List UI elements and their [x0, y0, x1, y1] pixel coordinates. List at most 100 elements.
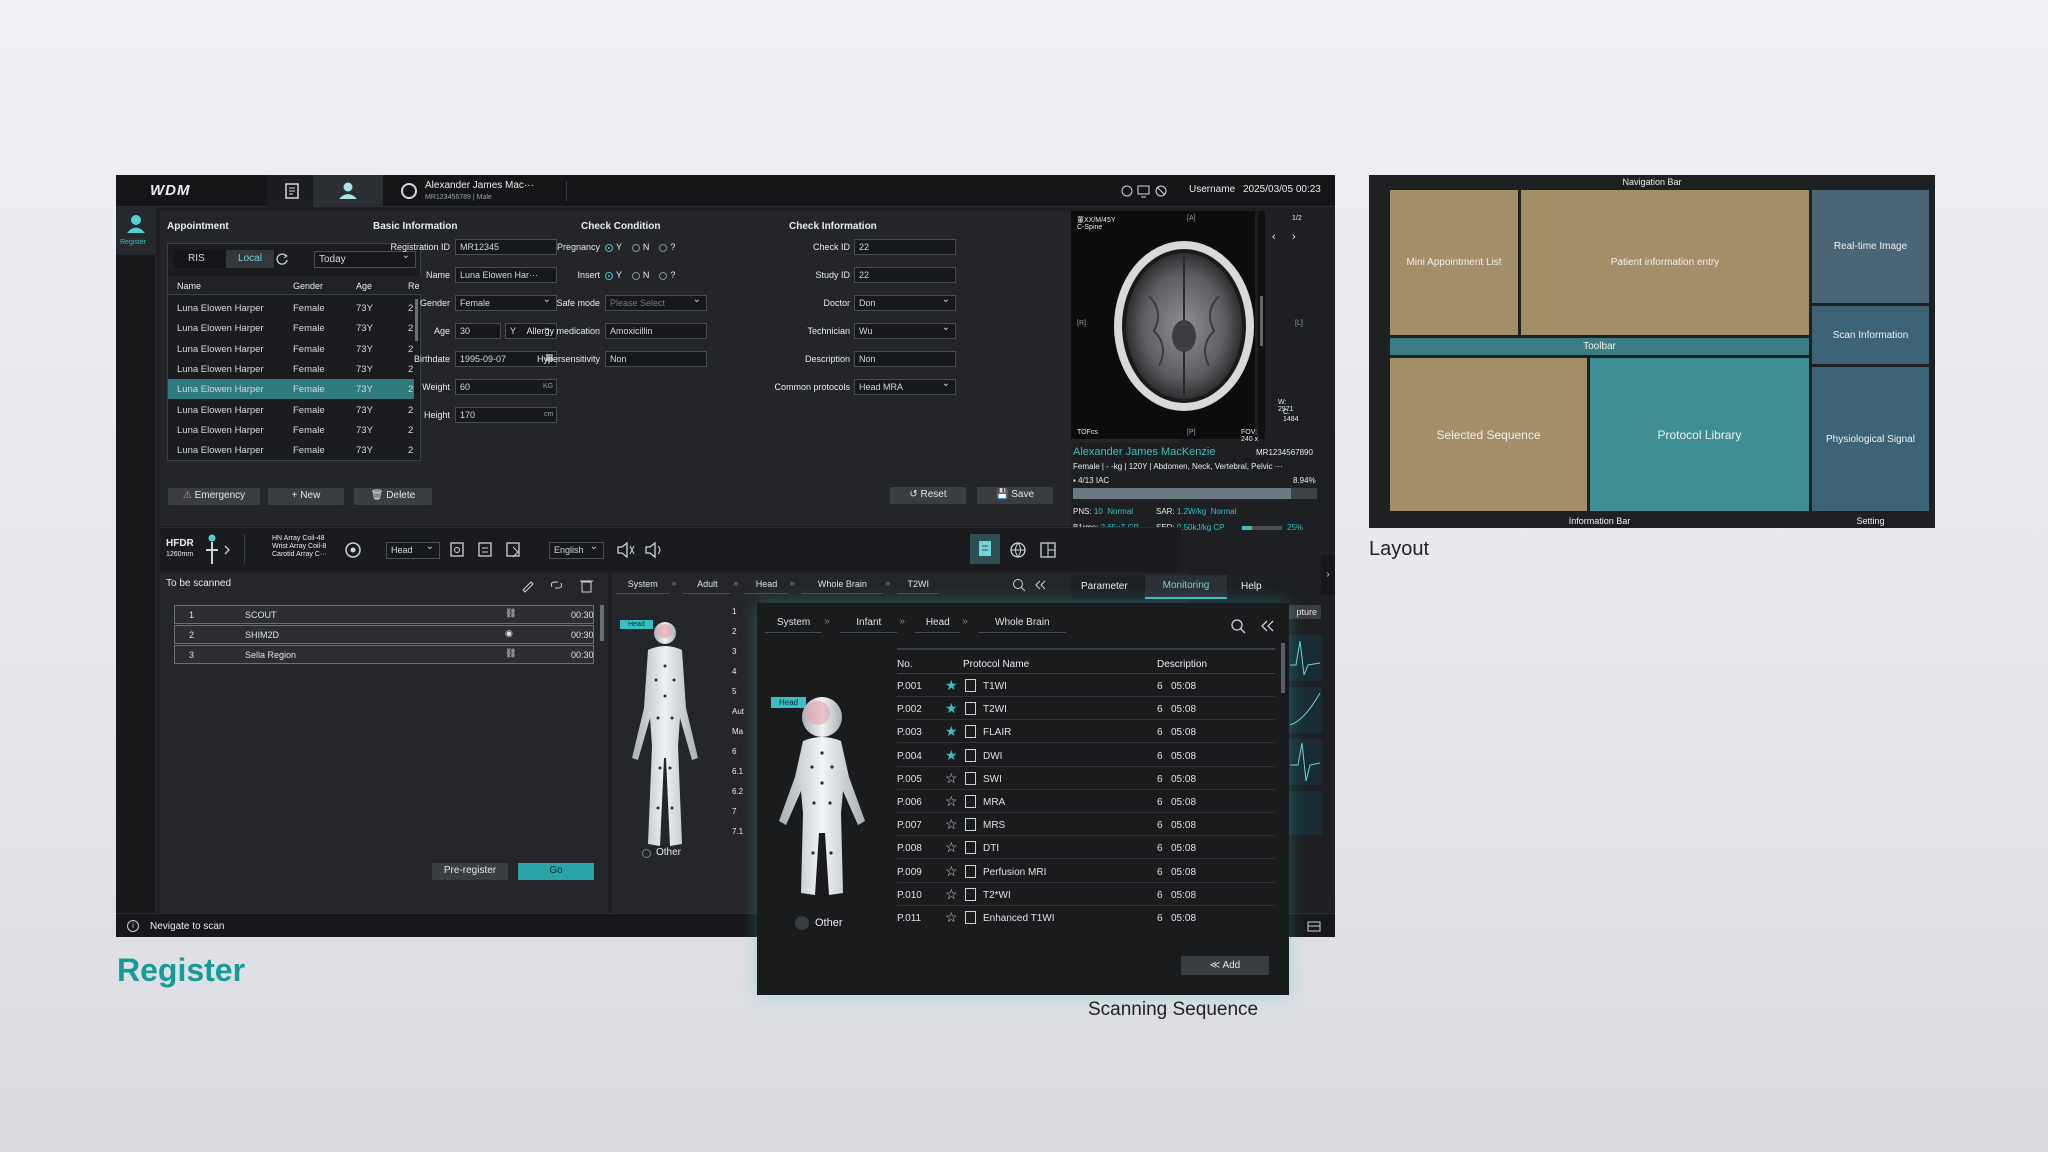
- infant-body-figure[interactable]: [767, 693, 877, 905]
- coil-icon[interactable]: [343, 540, 363, 560]
- protocol-row[interactable]: P.006 ☆ MRA 6 05:08: [897, 791, 1275, 813]
- breadcrumb-item[interactable]: Whole Brain: [801, 577, 884, 594]
- sidebar-item-register[interactable]: Register: [116, 207, 156, 255]
- star-outline-icon[interactable]: ☆: [945, 839, 958, 856]
- adult-body-figure[interactable]: [620, 618, 710, 854]
- protocol-row[interactable]: P.007 ☆ MRS 6 05:08: [897, 814, 1275, 837]
- patient-position-icon[interactable]: [202, 532, 236, 568]
- star-outline-icon[interactable]: ☆: [945, 793, 958, 810]
- pre-register-button[interactable]: Pre-register: [432, 863, 508, 880]
- tab-ris[interactable]: RIS: [188, 253, 205, 264]
- network-icon[interactable]: [1008, 540, 1028, 560]
- col-age[interactable]: Age: [356, 281, 372, 291]
- username[interactable]: Username: [1189, 184, 1235, 195]
- protocol-row[interactable]: P.004 ★ DWI 6 05:08: [897, 745, 1275, 767]
- table-row[interactable]: Luna Elowen Harper Female 73Y 2: [168, 440, 414, 458]
- sequence-scrollbar[interactable]: [600, 605, 604, 641]
- breadcrumb-item[interactable]: System: [616, 577, 670, 594]
- sequence-tool-icons[interactable]: [520, 577, 604, 593]
- tab-parameter[interactable]: Parameter: [1081, 581, 1128, 592]
- basic-field-weight[interactable]: 60: [455, 379, 557, 395]
- new-button[interactable]: + New: [268, 488, 344, 505]
- breadcrumb-item[interactable]: System: [765, 615, 823, 633]
- link-icon[interactable]: ⛓: [505, 648, 516, 659]
- star-filled-icon[interactable]: ★: [945, 723, 958, 740]
- breadcrumb-item[interactable]: Head: [915, 615, 961, 633]
- condition-field-hyper[interactable]: Non: [605, 351, 707, 367]
- breadcrumb-item[interactable]: Head: [745, 577, 788, 594]
- protocol-row[interactable]: P.003 ★ FLAIR 6 05:08: [897, 721, 1275, 744]
- condition-field-allergy[interactable]: Amoxicillin: [605, 323, 707, 339]
- yes-no-radios[interactable]: Y N ?: [605, 270, 675, 280]
- position-tool-icons[interactable]: [448, 540, 528, 560]
- star-outline-icon[interactable]: ☆: [945, 863, 958, 880]
- language-select[interactable]: English: [549, 542, 604, 559]
- protocol-row[interactable]: P.001 ★ T1WI 6 05:08: [897, 675, 1275, 697]
- tab-local[interactable]: Local: [226, 250, 274, 268]
- protocol-row[interactable]: P.011 ☆ Enhanced T1WI 6 05:08: [897, 907, 1275, 927]
- star-outline-icon[interactable]: ☆: [945, 816, 958, 833]
- info-field-doctor[interactable]: Don: [854, 295, 956, 311]
- delete-button[interactable]: 🗑 Delete: [354, 488, 432, 505]
- breadcrumb-item[interactable]: T2WI: [897, 577, 940, 594]
- panel-expand-handle[interactable]: ›: [1321, 555, 1335, 595]
- sequence-row[interactable]: 3 Sella Region ⛓ 00:30: [174, 645, 594, 664]
- refresh-icon[interactable]: [274, 251, 290, 267]
- col-re[interactable]: Re: [408, 281, 420, 291]
- overlay-other-radio[interactable]: [795, 916, 809, 930]
- info-field-proto[interactable]: Head MRA: [854, 379, 956, 395]
- document-view-button[interactable]: [970, 534, 1000, 564]
- register-tab[interactable]: [313, 175, 383, 207]
- body-part-select[interactable]: Head: [386, 542, 440, 559]
- protocol-row[interactable]: P.008 ☆ DTI 6 05:08: [897, 837, 1275, 860]
- image-scrollbar[interactable]: [1258, 211, 1265, 439]
- layout-icon[interactable]: [1038, 540, 1058, 560]
- sequence-row[interactable]: 1 SCOUT ⛓ 00:30: [174, 605, 594, 624]
- patient-tab-name[interactable]: Alexander James Mac···: [425, 180, 534, 191]
- protocol-row[interactable]: P.010 ☆ T2*WI 6 05:08: [897, 884, 1275, 906]
- star-filled-icon[interactable]: ★: [945, 700, 958, 717]
- table-row[interactable]: Luna Elowen Harper Female 73Y 2: [168, 420, 414, 440]
- settings-box-icon[interactable]: [1306, 919, 1322, 933]
- overlay-search-collapse[interactable]: [1229, 617, 1279, 635]
- info-field-desc[interactable]: Non: [854, 351, 956, 367]
- sequence-row[interactable]: 2 SHIM2D ◉ 00:30: [174, 625, 594, 644]
- protocol-row[interactable]: P.009 ☆ Perfusion MRI 6 05:08: [897, 861, 1275, 883]
- link-icon[interactable]: ⛓: [505, 608, 516, 619]
- star-outline-icon[interactable]: ☆: [945, 770, 958, 787]
- breadcrumb-item[interactable]: Whole Brain: [978, 615, 1067, 633]
- save-button[interactable]: 💾 Save: [977, 487, 1053, 504]
- star-filled-icon[interactable]: ★: [945, 677, 958, 694]
- star-outline-icon[interactable]: ☆: [945, 886, 958, 903]
- library-search-collapse[interactable]: [1012, 577, 1052, 593]
- yes-no-radios[interactable]: Y N ?: [605, 242, 675, 252]
- info-field-tech[interactable]: Wu: [854, 323, 956, 339]
- tab-help[interactable]: Help: [1241, 581, 1262, 592]
- other-radio[interactable]: [642, 849, 651, 858]
- add-button[interactable]: ≪ Add: [1181, 956, 1269, 975]
- tab-monitoring[interactable]: Monitoring: [1145, 575, 1227, 599]
- basic-field-height[interactable]: 170: [455, 407, 557, 423]
- go-button[interactable]: Go: [518, 863, 594, 880]
- info-field-checkid[interactable]: 22: [854, 239, 956, 255]
- condition-field-safe[interactable]: Please Select: [605, 295, 707, 311]
- col-name[interactable]: Name: [177, 281, 201, 291]
- breadcrumb-item[interactable]: Infant: [840, 615, 898, 633]
- emergency-button[interactable]: ⚠ Emergency: [168, 488, 260, 505]
- star-outline-icon[interactable]: ☆: [945, 909, 958, 926]
- star-filled-icon[interactable]: ★: [945, 747, 958, 764]
- worklist-button[interactable]: [267, 175, 317, 207]
- overlay-scrollbar[interactable]: [1281, 643, 1285, 693]
- library-row-number: 3: [732, 647, 737, 656]
- info-field-studyid[interactable]: 22: [854, 267, 956, 283]
- protocol-row[interactable]: P.005 ☆ SWI 6 05:08: [897, 768, 1275, 790]
- prev-image-button[interactable]: ‹: [1272, 231, 1276, 243]
- breadcrumb-item[interactable]: Adult: [683, 577, 732, 594]
- audio-icons[interactable]: [615, 540, 665, 560]
- date-filter-select[interactable]: Today: [314, 251, 416, 268]
- protocol-row[interactable]: P.002 ★ T2WI 6 05:08: [897, 698, 1275, 721]
- reset-button[interactable]: ↺ Reset: [890, 487, 966, 504]
- col-gender[interactable]: Gender: [293, 281, 323, 291]
- link-icon[interactable]: ◉: [505, 628, 513, 639]
- next-image-button[interactable]: ›: [1292, 231, 1296, 243]
